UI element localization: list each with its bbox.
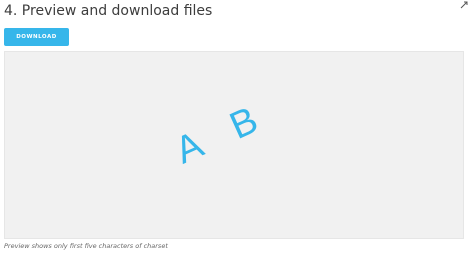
preview-glyph-a: A	[169, 120, 216, 172]
font-preview-area: A B C	[4, 51, 464, 239]
preview-glyph-c: C	[5, 52, 24, 61]
preview-glyphs: A B C	[5, 52, 292, 172]
preview-note: Preview shows only first five characters…	[4, 242, 168, 250]
preview-download-section: 4. Preview and download files DOWNLOAD A…	[0, 0, 474, 253]
download-button[interactable]: DOWNLOAD	[4, 28, 69, 46]
expand-arrows-icon[interactable]	[460, 1, 468, 9]
preview-glyph-b: B	[224, 95, 274, 148]
preview-canvas: A B C	[5, 52, 292, 172]
section-title: 4. Preview and download files	[4, 3, 213, 19]
